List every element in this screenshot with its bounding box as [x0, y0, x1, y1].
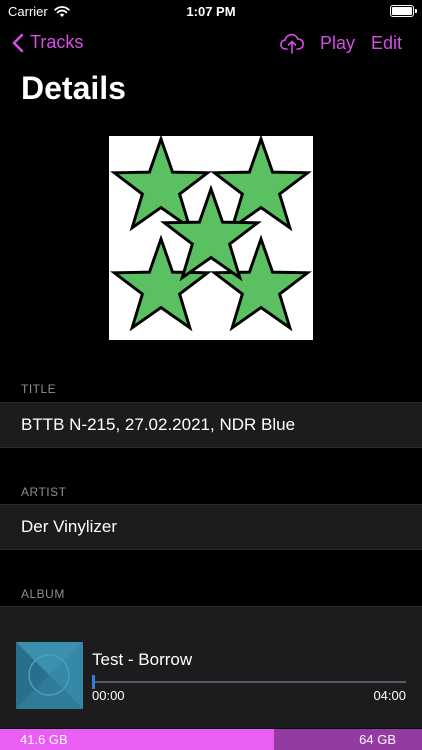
storage-used: 41.6 GB	[0, 729, 274, 750]
progress-bar[interactable]	[92, 675, 406, 689]
now-playing-title: Test - Borrow	[92, 650, 193, 669]
page-title: Details	[21, 70, 126, 106]
title-header: TITLE	[21, 382, 57, 396]
edit-button[interactable]: Edit	[371, 33, 402, 54]
cover-art[interactable]	[109, 136, 313, 340]
back-button[interactable]: Tracks	[12, 32, 83, 53]
storage-total: 64 GB	[274, 729, 422, 750]
nav-actions: Play Edit	[280, 32, 402, 54]
progress-handle[interactable]	[92, 675, 95, 689]
storage-bar: 41.6 GB 64 GB	[0, 729, 422, 750]
mini-player[interactable]: Test - Borrow 00:00 04:00	[0, 622, 422, 728]
stars-cover-art	[112, 137, 310, 330]
title-field[interactable]: BTTB N-215, 27.02.2021, NDR Blue	[0, 402, 422, 448]
elapsed-time: 00:00	[92, 688, 125, 703]
cloud-upload-icon[interactable]	[280, 32, 304, 54]
clock: 1:07 PM	[186, 4, 236, 19]
navigation-bar: Tracks Play Edit	[0, 28, 422, 60]
album-art-thumbnail	[16, 642, 83, 709]
artist-header: ARTIST	[21, 485, 67, 499]
artist-value: Der Vinylizer	[21, 517, 118, 536]
total-time: 04:00	[373, 688, 406, 703]
battery-icon	[390, 5, 417, 17]
album-art-pattern	[16, 642, 83, 709]
play-button[interactable]: Play	[320, 33, 355, 54]
title-value: BTTB N-215, 27.02.2021, NDR Blue	[21, 415, 296, 434]
chevron-left-icon	[12, 33, 24, 52]
artist-field[interactable]: Der Vinylizer	[0, 504, 422, 550]
status-bar: Carrier 1:07 PM	[0, 0, 422, 24]
back-button-label: Tracks	[30, 32, 84, 52]
album-header: ALBUM	[21, 587, 65, 601]
